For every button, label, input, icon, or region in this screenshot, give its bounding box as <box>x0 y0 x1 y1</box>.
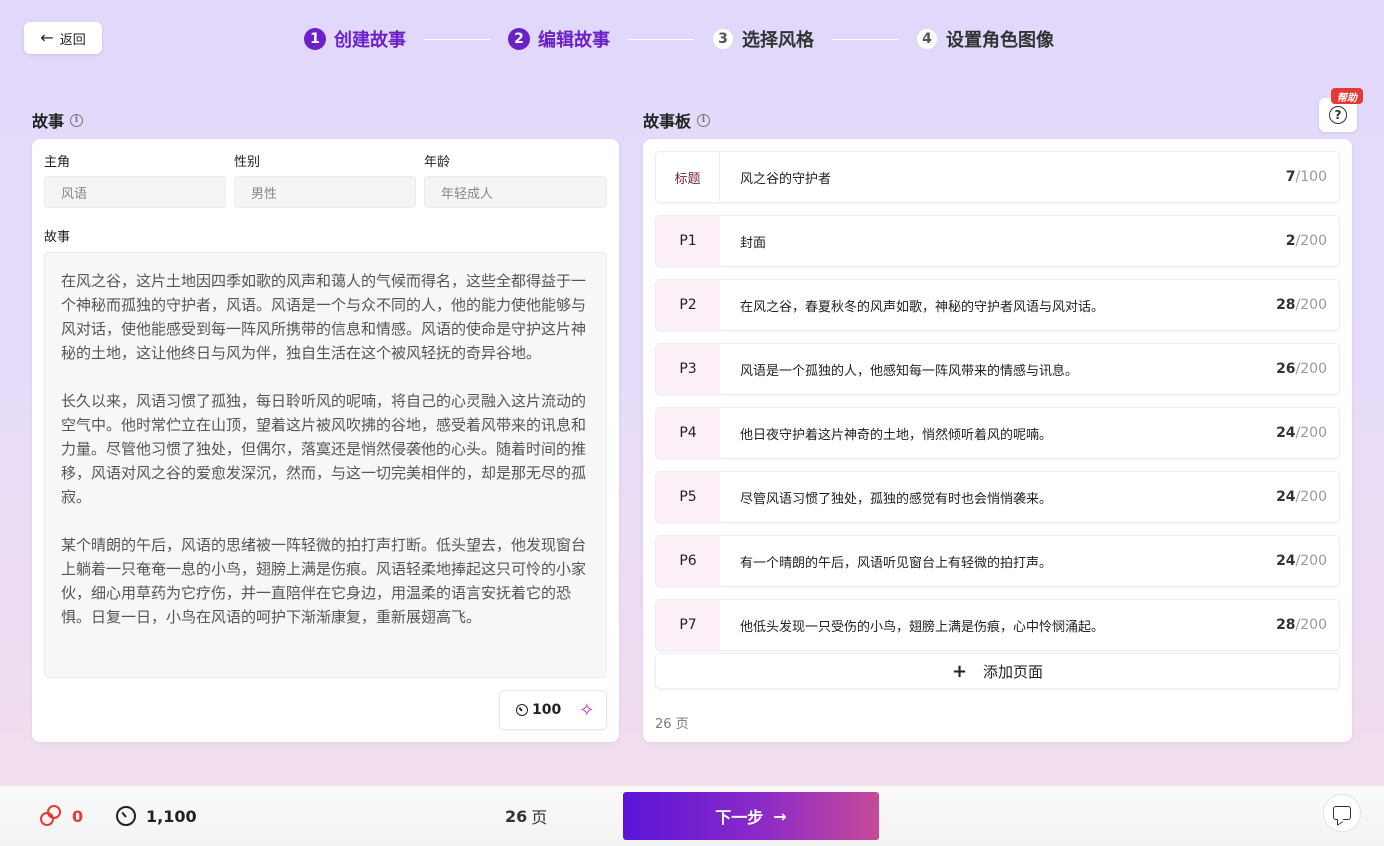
protagonist-label: 主角 <box>44 155 71 170</box>
char-count: 24/200 <box>1276 553 1327 569</box>
back-button[interactable]: ← 返回 <box>24 22 102 54</box>
step-number: 2 <box>508 28 530 50</box>
step-label: 选择风格 <box>742 30 814 51</box>
row-tag: P5 <box>656 472 720 522</box>
protagonist-input[interactable]: 风语 <box>44 176 226 208</box>
plus-icon: + <box>951 660 968 682</box>
age-label: 年龄 <box>424 155 451 170</box>
add-page-label: 添加页面 <box>983 662 1044 681</box>
page-count-unit: 页 <box>531 808 548 827</box>
page-row-p3[interactable]: P3 风语是一个孤独的人，他感知每一阵风带来的情感与讯息。 26/200 <box>655 343 1340 395</box>
protagonist-placeholder: 风语 <box>61 186 88 202</box>
row-tag: P2 <box>656 280 720 330</box>
row-text: 在风之谷，春夏秋冬的风声如歌，神秘的守护者风语与风对话。 <box>740 299 1105 315</box>
row-text: 封面 <box>740 235 767 251</box>
step-label: 编辑故事 <box>538 30 610 51</box>
step-number: 3 <box>712 28 734 50</box>
page-count: 26 页 <box>505 786 547 846</box>
age-input[interactable]: 年轻成人 <box>424 176 607 208</box>
question-icon: ? <box>1329 106 1347 124</box>
step-character-image[interactable]: 4 设置角色图像 <box>916 26 1054 52</box>
storyboard-title-text: 故事板 <box>643 112 692 131</box>
row-tag: P3 <box>656 344 720 394</box>
info-icon[interactable]: i <box>697 113 711 127</box>
storyboard-section-title: 故事板 i <box>643 108 711 132</box>
page-row-p2[interactable]: P2 在风之谷，春夏秋冬的风声如歌，神秘的守护者风语与风对话。 28/200 <box>655 279 1340 331</box>
story-section-title: 故事 i <box>32 108 84 132</box>
story-paragraph: 在风之谷，这片土地因四季如歌的风声和蔼人的气候而得名，这些全都得益于一个神秘而孤… <box>61 272 587 362</box>
char-count: 7/100 <box>1285 169 1327 185</box>
clock-icon <box>116 806 136 826</box>
stepper: 1 创建故事 2 编辑故事 3 选择风格 4 设置角色图像 <box>304 26 1054 52</box>
add-page-button[interactable]: + 添加页面 <box>655 653 1340 689</box>
step-label: 创建故事 <box>334 30 406 51</box>
story-title-text: 故事 <box>32 112 65 131</box>
back-label: 返回 <box>59 32 86 48</box>
story-card: 主角 性别 年龄 风语 男性 年轻成人 故事 在风之谷，这片土地因四季如歌的风声… <box>32 139 619 742</box>
step-label: 设置角色图像 <box>946 30 1054 51</box>
page-count-number: 26 <box>505 806 528 826</box>
age-placeholder: 年轻成人 <box>441 186 494 202</box>
chat-bubble-icon <box>1333 806 1351 820</box>
step-connector <box>628 38 694 40</box>
row-tag: 标题 <box>656 152 720 202</box>
storyboard-card: 标题 风之谷的守护者 7/100 P1 封面 2/200 P2 在风之谷，春夏秋… <box>643 139 1352 742</box>
char-count: 2/200 <box>1285 233 1327 249</box>
next-step-label: 下一步 <box>715 808 764 827</box>
sparkle-icon: ✧ <box>579 699 595 721</box>
step-number: 4 <box>916 28 938 50</box>
row-text: 他日夜守护着这片神奇的土地，悄然倾听着风的呢喃。 <box>740 427 1053 443</box>
step-create-story[interactable]: 1 创建故事 <box>304 26 406 52</box>
next-step-button[interactable]: 下一步 → <box>623 792 879 840</box>
gender-input[interactable]: 男性 <box>234 176 416 208</box>
char-count: 24/200 <box>1276 489 1327 505</box>
char-count: 28/200 <box>1276 297 1327 313</box>
page-total: 26 页 <box>655 717 689 732</box>
row-text: 风之谷的守护者 <box>740 171 832 187</box>
row-text: 有一个晴朗的午后，风语听见窗台上有轻微的拍打声。 <box>740 555 1053 571</box>
title-row[interactable]: 标题 风之谷的守护者 7/100 <box>655 151 1340 203</box>
gender-label: 性别 <box>234 155 261 170</box>
step-choose-style[interactable]: 3 选择风格 <box>712 26 814 52</box>
info-icon[interactable]: i <box>70 113 84 127</box>
arrow-left-icon: ← <box>40 28 54 47</box>
story-label: 故事 <box>44 230 71 245</box>
page-row-p5[interactable]: P5 尽管风语习惯了独处，孤独的感觉有时也会悄悄袭来。 24/200 <box>655 471 1340 523</box>
step-edit-story[interactable]: 2 编辑故事 <box>508 26 610 52</box>
clock-icon <box>516 704 528 716</box>
row-text: 尽管风语习惯了独处，孤独的感觉有时也会悄悄袭来。 <box>740 491 1053 507</box>
row-tag: P6 <box>656 536 720 586</box>
story-paragraph: 某个晴朗的午后，风语的思绪被一阵轻微的拍打声打断。低头望去，他发现窗台上躺着一只… <box>61 536 587 626</box>
char-count: 24/200 <box>1276 425 1327 441</box>
char-count: 28/200 <box>1276 617 1327 633</box>
step-connector <box>424 38 490 40</box>
help-badge: 帮助 <box>1331 88 1363 104</box>
page-row-p4[interactable]: P4 他日夜守护着这片神奇的土地，悄然倾听着风的呢喃。 24/200 <box>655 407 1340 459</box>
chat-button[interactable] <box>1323 794 1361 832</box>
row-text: 他低头发现一只受伤的小鸟，翅膀上满是伤痕，心中怜悯涌起。 <box>740 619 1105 635</box>
arrow-right-icon: → <box>773 806 787 826</box>
time-credit-count: 1,100 <box>146 806 197 826</box>
char-count: 26/200 <box>1276 361 1327 377</box>
row-tag: P1 <box>656 216 720 266</box>
page-row-p1[interactable]: P1 封面 2/200 <box>655 215 1340 267</box>
coin-balance: 0 <box>40 786 83 846</box>
step-connector <box>832 38 898 40</box>
row-text: 风语是一个孤独的人，他感知每一阵风带来的情感与讯息。 <box>740 363 1079 379</box>
time-credit-balance: 1,100 <box>116 786 197 846</box>
ai-generate-button[interactable]: 100 ✧ <box>499 690 607 730</box>
step-number: 1 <box>304 28 326 50</box>
coin-count: 0 <box>72 806 84 826</box>
story-paragraph: 长久以来，风语习惯了孤独，每日聆听风的呢喃，将自己的心灵融入这片流动的空气中。他… <box>61 392 587 506</box>
row-tag: P4 <box>656 408 720 458</box>
page-row-p6[interactable]: P6 有一个晴朗的午后，风语听见窗台上有轻微的拍打声。 24/200 <box>655 535 1340 587</box>
story-textarea[interactable]: 在风之谷，这片土地因四季如歌的风声和蔼人的气候而得名，这些全都得益于一个神秘而孤… <box>44 252 607 678</box>
coins-icon <box>40 805 62 827</box>
row-tag: P7 <box>656 600 720 650</box>
gender-placeholder: 男性 <box>251 186 278 202</box>
page-row-p7[interactable]: P7 他低头发现一只受伤的小鸟，翅膀上满是伤痕，心中怜悯涌起。 28/200 <box>655 599 1340 651</box>
generate-cost: 100 <box>532 702 562 718</box>
